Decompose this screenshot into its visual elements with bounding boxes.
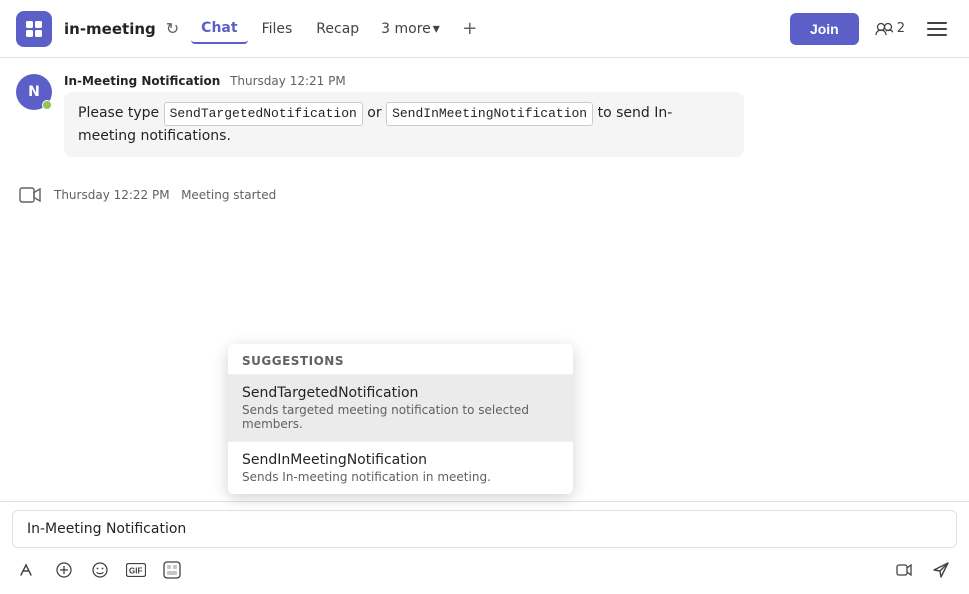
suggestions-header: Suggestions — [228, 344, 573, 374]
msg-before: Please type — [78, 105, 164, 121]
header-right: Join 2 — [790, 13, 953, 45]
add-tab-button[interactable]: + — [456, 15, 484, 43]
attach-button[interactable] — [48, 554, 80, 586]
meeting-started: Thursday 12:22 PM Meeting started — [16, 173, 953, 217]
send-button[interactable] — [925, 554, 957, 586]
header: in-meeting ↻ Chat Files Recap 3 more ▾ +… — [0, 0, 969, 58]
message-text: Please type SendTargetedNotification or … — [64, 92, 744, 157]
code-tag-2: SendInMeetingNotification — [386, 102, 593, 126]
loop-button[interactable] — [889, 554, 921, 586]
more-tabs-label: 3 more — [381, 21, 431, 37]
input-value: In-Meeting Notification — [27, 521, 186, 537]
participants-button[interactable]: 2 — [867, 17, 913, 40]
message-group: N In-Meeting Notification Thursday 12:21… — [16, 74, 953, 157]
avatar: N — [16, 74, 52, 110]
meeting-time: Thursday 12:22 PM — [54, 188, 170, 202]
tab-files[interactable]: Files — [252, 15, 303, 43]
gif-button[interactable]: GIF — [120, 554, 152, 586]
plus-icon: + — [462, 18, 477, 39]
suggestion-item-2[interactable]: SendInMeetingNotification Sends In-meeti… — [228, 441, 573, 494]
more-tabs-button[interactable]: 3 more ▾ — [373, 15, 448, 43]
toolbar-row: GIF — [0, 548, 969, 594]
toolbar-right — [889, 554, 957, 586]
msg-middle: or — [363, 105, 386, 121]
sync-icon: ↻ — [166, 19, 179, 38]
meeting-meta: Thursday 12:22 PM Meeting started — [54, 188, 276, 202]
gif-icon: GIF — [126, 563, 146, 577]
format-icon — [19, 561, 37, 579]
suggestion-title-2: SendInMeetingNotification — [242, 452, 559, 468]
suggestions-dropdown: Suggestions SendTargetedNotification Sen… — [228, 344, 573, 494]
participants-count: 2 — [897, 21, 905, 36]
sticker-icon — [163, 561, 181, 579]
hamburger-icon — [927, 22, 947, 36]
message-input[interactable]: In-Meeting Notification — [12, 510, 957, 548]
format-button[interactable] — [12, 554, 44, 586]
code-tag-1: SendTargetedNotification — [164, 102, 363, 126]
join-button[interactable]: Join — [790, 13, 859, 45]
svg-text:GIF: GIF — [129, 567, 142, 576]
meeting-label: Meeting started — [181, 188, 276, 202]
meeting-title: in-meeting — [64, 20, 156, 38]
message-meta: In-Meeting Notification Thursday 12:21 P… — [64, 74, 953, 88]
tab-chat[interactable]: Chat — [191, 14, 247, 44]
sender-name: In-Meeting Notification — [64, 74, 220, 88]
participants-icon — [875, 22, 893, 36]
menu-button[interactable] — [921, 13, 953, 45]
suggestion-desc-1: Sends targeted meeting notification to s… — [242, 403, 559, 431]
video-icon — [16, 181, 44, 209]
message-content: In-Meeting Notification Thursday 12:21 P… — [64, 74, 953, 157]
loop-icon — [896, 561, 914, 579]
chevron-down-icon: ▾ — [433, 21, 440, 37]
input-area: In-Meeting Notification — [0, 501, 969, 594]
attach-icon — [55, 561, 73, 579]
sticker-button[interactable] — [156, 554, 188, 586]
message-time: Thursday 12:21 PM — [230, 74, 346, 88]
nav-tabs: Chat Files Recap 3 more ▾ — [191, 14, 448, 44]
send-icon — [932, 561, 950, 579]
app-icon — [16, 11, 52, 47]
avatar-status — [42, 100, 52, 110]
tab-recap[interactable]: Recap — [306, 15, 369, 43]
emoji-icon — [91, 561, 109, 579]
suggestion-desc-2: Sends In-meeting notification in meeting… — [242, 470, 559, 484]
emoji-button[interactable] — [84, 554, 116, 586]
suggestion-title-1: SendTargetedNotification — [242, 385, 559, 401]
suggestion-item-1[interactable]: SendTargetedNotification Sends targeted … — [228, 374, 573, 441]
main-content: N In-Meeting Notification Thursday 12:21… — [0, 58, 969, 594]
